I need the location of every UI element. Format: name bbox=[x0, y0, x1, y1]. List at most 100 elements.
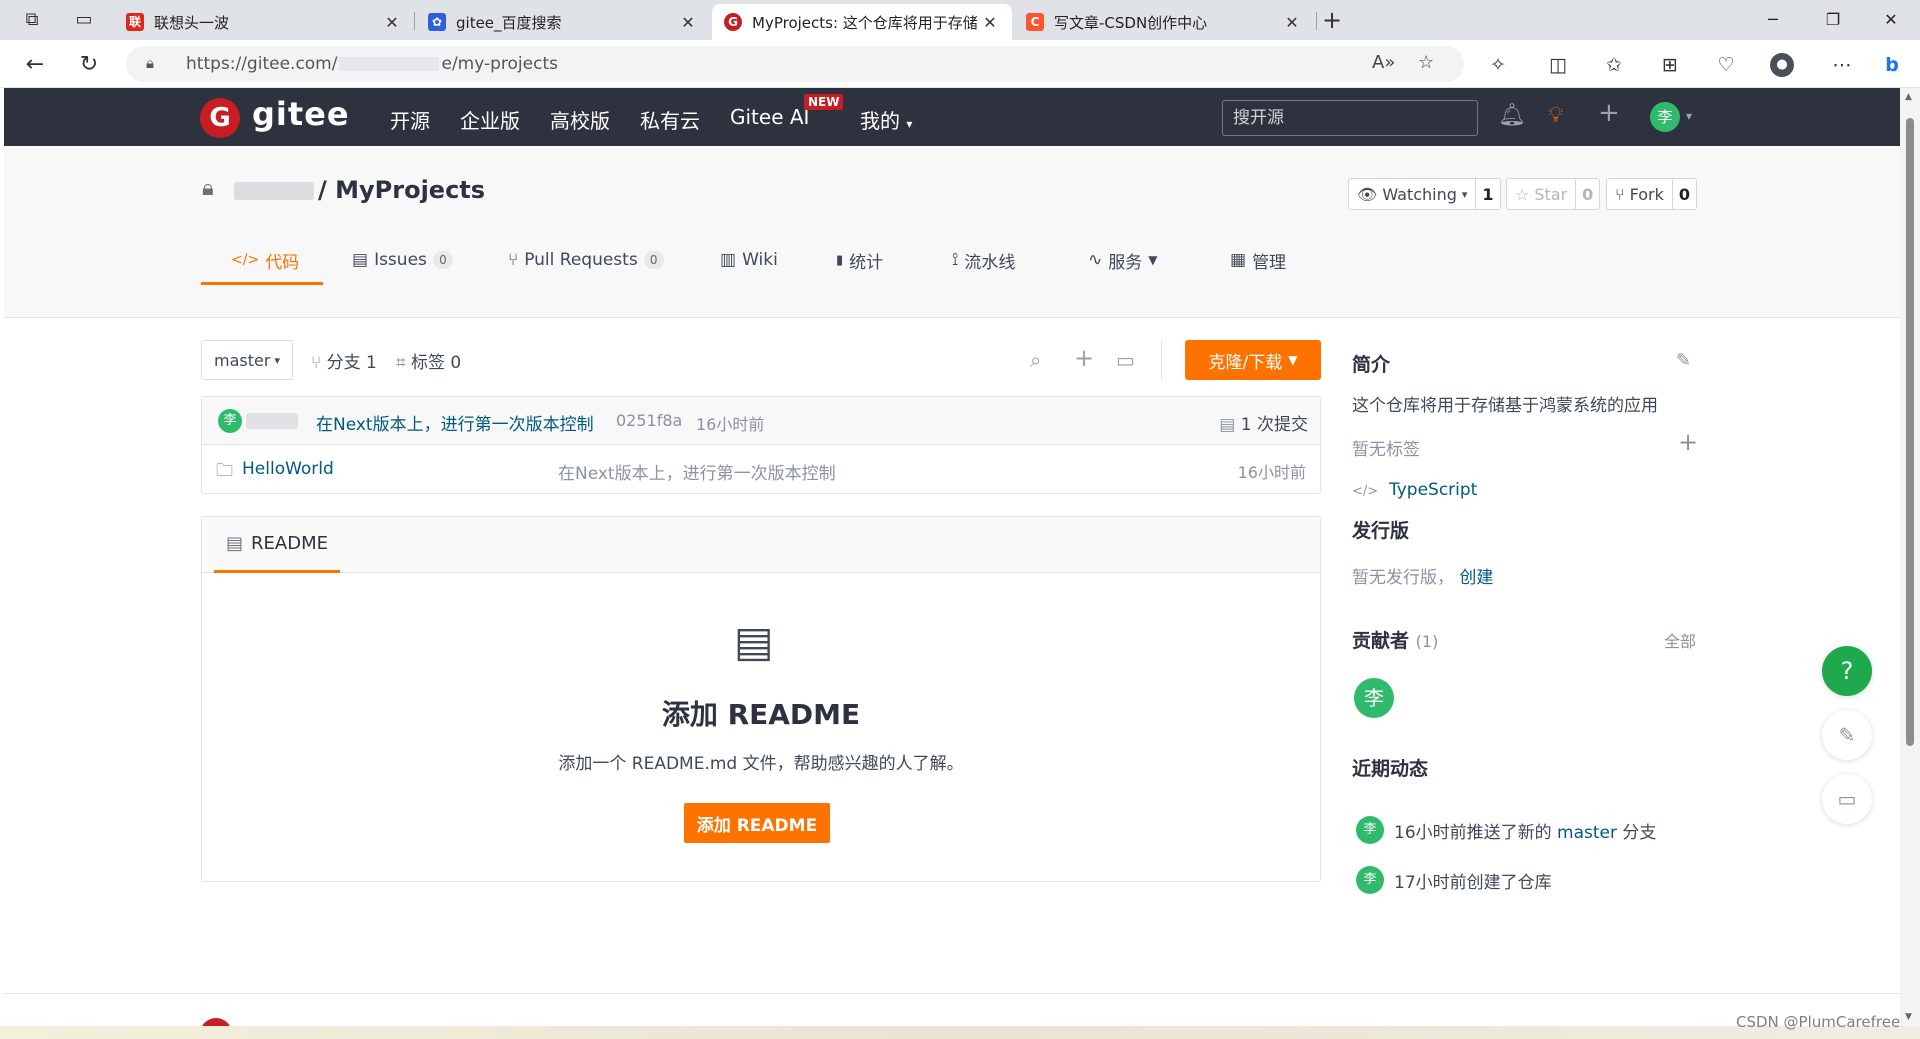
all-contributors-link[interactable]: 全部 bbox=[1664, 628, 1696, 652]
commit-author[interactable] bbox=[246, 413, 298, 429]
lock-icon[interactable]: 🔒︎ bbox=[146, 54, 154, 72]
bell-icon[interactable]: 🔔︎ bbox=[1498, 103, 1526, 128]
collections-icon[interactable]: ⊞ bbox=[1658, 53, 1682, 77]
star-button[interactable]: ☆ Star 0 bbox=[1506, 178, 1601, 210]
split-screen-icon[interactable]: ◫ bbox=[1546, 53, 1570, 77]
favorites-icon[interactable]: ✩ bbox=[1602, 53, 1626, 77]
tab-favicon: C bbox=[1026, 13, 1044, 31]
gitee-header: G gitee 开源 企业版 高校版 私有云 Gitee AI NEW 我的 ▾… bbox=[4, 88, 1900, 146]
favorite-star-icon[interactable]: ☆ bbox=[1418, 52, 1434, 73]
plus-icon[interactable]: + bbox=[1074, 344, 1094, 372]
workspaces-icon[interactable]: ⧉ bbox=[20, 8, 44, 32]
repo-title[interactable]: / MyProjects bbox=[318, 176, 485, 204]
nav-enterprise[interactable]: 企业版 bbox=[460, 105, 520, 134]
file-commit-message[interactable]: 在Next版本上，进行第一次版本控制 bbox=[558, 459, 836, 484]
nav-education[interactable]: 高校版 bbox=[550, 105, 610, 134]
lightbulb-icon[interactable]: 💡︎ bbox=[1548, 103, 1563, 128]
tab-manage[interactable]: ▦ 管理 bbox=[1230, 234, 1286, 286]
plus-icon[interactable]: + bbox=[1598, 98, 1620, 128]
latest-commit-row: 李 在Next版本上，进行第一次版本控制 0251f8a 16小时前 ▤ 1 次… bbox=[202, 397, 1320, 445]
avatar[interactable]: 李 bbox=[1650, 102, 1680, 132]
search-input[interactable] bbox=[1222, 100, 1478, 136]
avatar[interactable]: 李 bbox=[1356, 816, 1384, 844]
feedback-edit-icon[interactable]: ✎ bbox=[1822, 710, 1872, 760]
release-info: 暂无发行版， 创建 bbox=[1352, 568, 1494, 588]
copilot-icon[interactable]: b bbox=[1880, 53, 1904, 77]
new-tab-icon[interactable]: + bbox=[1320, 8, 1344, 32]
avatar[interactable]: 李 bbox=[1356, 866, 1384, 894]
extensions-icon[interactable]: ✧ bbox=[1486, 53, 1510, 77]
file-name[interactable]: HelloWorld bbox=[242, 459, 334, 479]
chevron-down-icon: ▾ bbox=[906, 117, 913, 131]
url-field[interactable]: 🔒︎ https://gitee.com/e/my-projects A» ☆ bbox=[126, 46, 1464, 82]
scrollbar-thumb[interactable] bbox=[1906, 118, 1914, 746]
chevron-down-icon[interactable]: ▾ bbox=[1686, 109, 1692, 123]
minimize-icon[interactable]: ─ bbox=[1758, 6, 1788, 34]
browser-tab-1[interactable]: 联 联想头一波 ✕ bbox=[114, 4, 414, 40]
tab-pipeline[interactable]: ⟟ 流水线 bbox=[952, 234, 1015, 286]
back-icon[interactable]: ← bbox=[22, 52, 48, 78]
browser-address-bar: ← ↻ 🔒︎ https://gitee.com/e/my-projects A… bbox=[0, 40, 1920, 88]
watching-count[interactable]: 1 bbox=[1476, 185, 1499, 204]
clone-download-button[interactable]: 克隆/下载 ▼ bbox=[1185, 340, 1321, 380]
read-aloud-icon[interactable]: A» bbox=[1372, 52, 1395, 73]
repo-owner[interactable] bbox=[234, 182, 314, 200]
help-button[interactable]: ? bbox=[1822, 646, 1872, 696]
tab-code[interactable]: </> 代码 bbox=[231, 234, 299, 286]
tab-services[interactable]: ∿ 服务 ▼ bbox=[1088, 234, 1157, 286]
browser-tab-4[interactable]: C 写文章-CSDN创作中心 ✕ bbox=[1014, 4, 1314, 40]
tab-issues[interactable]: ▤ Issues 0 bbox=[352, 234, 453, 286]
tab-pull-requests[interactable]: ⑂ Pull Requests 0 bbox=[508, 234, 664, 286]
branches-link[interactable]: ⑂ 分支 1 bbox=[311, 348, 377, 373]
refresh-icon[interactable]: ↻ bbox=[76, 52, 102, 78]
browser-essentials-icon[interactable]: ♡ bbox=[1714, 53, 1738, 77]
tab-wiki[interactable]: ▥ Wiki bbox=[720, 234, 778, 286]
browser-tab-active[interactable]: G MyProjects: 这个仓库将用于存储 ✕ bbox=[712, 4, 1012, 40]
close-icon[interactable]: ✕ bbox=[980, 13, 1000, 32]
activity-item: 17小时前创建了仓库 bbox=[1394, 873, 1552, 893]
avatar[interactable]: 李 bbox=[218, 409, 242, 433]
close-icon[interactable]: ✕ bbox=[678, 13, 698, 32]
nav-open-source[interactable]: 开源 bbox=[390, 105, 430, 134]
tab-actions-icon[interactable]: ▭ bbox=[72, 8, 96, 32]
code-icon: </> bbox=[231, 252, 260, 268]
commit-hash[interactable]: 0251f8a bbox=[616, 411, 682, 430]
chat-icon[interactable]: ▭ bbox=[1822, 774, 1872, 824]
restore-icon[interactable]: ❐ bbox=[1818, 6, 1848, 34]
profile-avatar-icon[interactable]: ● bbox=[1770, 53, 1794, 77]
star-count[interactable]: 0 bbox=[1576, 185, 1599, 204]
close-icon[interactable]: ✕ bbox=[1282, 13, 1302, 32]
close-icon[interactable]: ✕ bbox=[382, 13, 402, 32]
browser-tab-2[interactable]: ✿ gitee_百度搜索 ✕ bbox=[416, 4, 710, 40]
nav-private-cloud[interactable]: 私有云 bbox=[640, 105, 700, 134]
tab-stats[interactable]: ▮ 统计 bbox=[836, 234, 883, 286]
nav-mine[interactable]: 我的 ▾ bbox=[860, 105, 912, 134]
gitee-logo-text[interactable]: gitee bbox=[252, 95, 350, 133]
add-readme-button[interactable]: 添加 README bbox=[684, 803, 830, 843]
language-item[interactable]: </> TypeScript bbox=[1352, 480, 1477, 500]
branch-link[interactable]: master bbox=[1557, 823, 1617, 843]
avatar[interactable]: 李 bbox=[1354, 678, 1394, 718]
more-menu-icon[interactable]: ⋯ bbox=[1830, 53, 1854, 77]
table-row[interactable]: 🗀︎ HelloWorld 在Next版本上，进行第一次版本控制 16小时前 bbox=[202, 445, 1320, 493]
tags-link[interactable]: ⌗ 标签 0 bbox=[396, 348, 461, 373]
plus-icon[interactable]: + bbox=[1678, 428, 1698, 456]
edit-icon[interactable]: ✎ bbox=[1676, 350, 1691, 371]
issues-icon: ▤ bbox=[352, 250, 369, 270]
create-release-link[interactable]: 创建 bbox=[1459, 568, 1493, 588]
commit-count-link[interactable]: ▤ 1 次提交 bbox=[1219, 410, 1308, 435]
readme-tab[interactable]: ▤ README bbox=[214, 517, 340, 573]
watching-button[interactable]: 👁︎ Watching ▾ 1 bbox=[1348, 178, 1501, 210]
search-icon[interactable]: ⌕ bbox=[1030, 348, 1041, 372]
web-ide-icon[interactable]: ▭ bbox=[1116, 348, 1135, 372]
fork-count[interactable]: 0 bbox=[1673, 185, 1696, 204]
fork-button[interactable]: ⑂ Fork 0 bbox=[1606, 178, 1698, 210]
branch-select[interactable]: master ▾ bbox=[201, 340, 293, 380]
nav-gitee-ai[interactable]: Gitee AI bbox=[730, 105, 809, 129]
gitee-logo-icon[interactable]: G bbox=[200, 98, 240, 138]
scrollbar[interactable]: ▲ ▼ bbox=[1900, 88, 1920, 1026]
caret-down-icon: ▼ bbox=[1148, 253, 1158, 267]
repo-description: 这个仓库将用于存储基于鸿蒙系统的应用 bbox=[1352, 396, 1658, 416]
window-close-icon[interactable]: ✕ bbox=[1876, 6, 1906, 34]
commit-message[interactable]: 在Next版本上，进行第一次版本控制 bbox=[316, 410, 594, 435]
